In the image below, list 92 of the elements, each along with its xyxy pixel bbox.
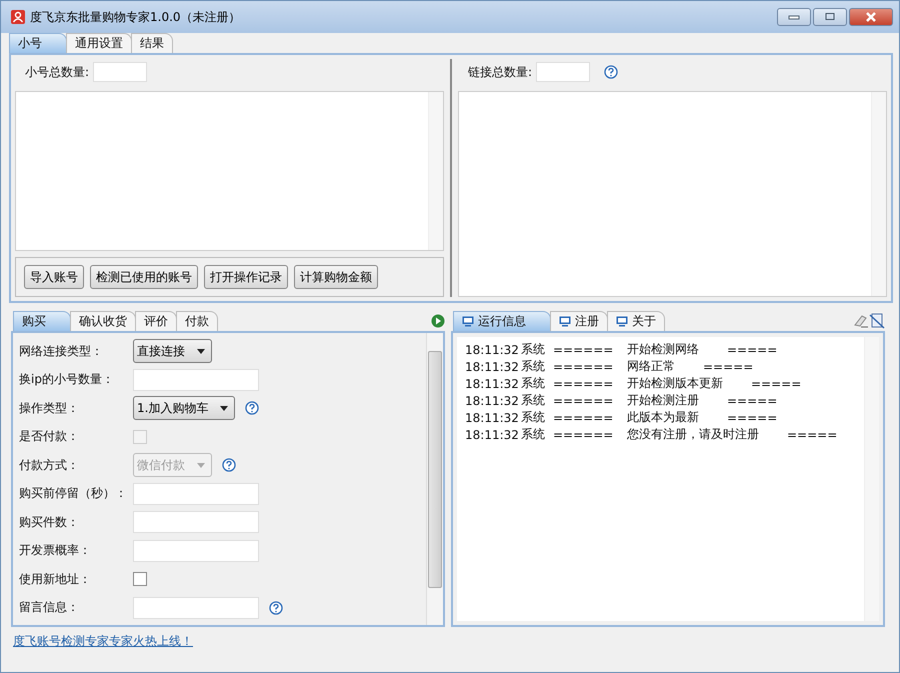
field-label: 操作类型： xyxy=(19,400,80,417)
log-source: 系统 xyxy=(521,341,546,358)
log-time: 18:11:32 xyxy=(465,428,520,442)
action-button[interactable]: 导入账号 xyxy=(24,265,84,289)
tab[interactable]: 评价 xyxy=(135,311,177,331)
tab[interactable]: 结果 xyxy=(131,33,173,53)
scrollbar[interactable] xyxy=(426,333,443,625)
log-message: 您没有注册，请及时注册 xyxy=(627,426,759,443)
tab[interactable]: 付款 xyxy=(176,311,218,331)
input-field[interactable] xyxy=(133,482,259,505)
input-field[interactable] xyxy=(133,368,259,391)
field-label: 购买前停留（秒）： xyxy=(19,485,128,502)
log-separator: ===== xyxy=(787,428,838,442)
caret-icon xyxy=(197,462,205,468)
log-time: 18:11:32 xyxy=(465,410,520,424)
log-separator: ===== xyxy=(727,410,778,424)
input-field[interactable] xyxy=(536,62,590,82)
help-icon[interactable] xyxy=(604,65,618,79)
input-field[interactable] xyxy=(133,596,259,619)
log-time: 18:11:32 xyxy=(465,394,520,408)
field-label: 链接总数量: xyxy=(468,64,532,80)
dropdown[interactable]: 直接连接 xyxy=(133,339,212,364)
tab[interactable]: 关于 xyxy=(607,311,665,331)
maximize-icon xyxy=(824,12,836,22)
log-separator: ====== xyxy=(553,342,614,356)
play-icon[interactable] xyxy=(431,314,445,328)
help-icon[interactable] xyxy=(245,401,260,416)
log-source: 系统 xyxy=(521,409,546,426)
promo-link[interactable]: 度飞账号检测专家专家火热上线！ xyxy=(13,632,193,650)
field-label: 购买件数： xyxy=(19,514,80,531)
close-icon xyxy=(865,12,877,22)
monitor-icon xyxy=(616,316,628,327)
help-icon[interactable] xyxy=(269,600,283,615)
document-icon[interactable] xyxy=(869,313,885,329)
input-field[interactable] xyxy=(93,62,148,82)
log-source: 系统 xyxy=(521,426,546,443)
log-separator: ====== xyxy=(553,410,614,424)
dropdown[interactable]: 1.加入购物车 xyxy=(133,396,236,420)
minimize-icon xyxy=(788,14,800,20)
field-label: 是否付款： xyxy=(19,428,80,446)
caret-icon xyxy=(220,406,228,411)
tab[interactable]: 运行信息 xyxy=(453,311,551,331)
log-source: 系统 xyxy=(521,392,546,409)
field-label: 小号总数量: xyxy=(25,64,90,80)
text-area[interactable] xyxy=(15,91,444,251)
log-message: 此版本为最新 xyxy=(627,409,699,426)
action-button[interactable]: 检测已使用的账号 xyxy=(90,265,198,289)
log-separator: ====== xyxy=(553,394,614,408)
log-time: 18:11:32 xyxy=(465,342,520,356)
tab[interactable]: 确认收货 xyxy=(70,311,136,331)
field-label: 网络连接类型： xyxy=(19,342,104,360)
window-title: 度飞京东批量购物专家1.0.0（未注册） xyxy=(30,8,241,26)
checkbox[interactable] xyxy=(133,572,147,586)
tab[interactable]: 注册 xyxy=(550,311,608,331)
scrollbar[interactable] xyxy=(871,92,886,296)
input-field[interactable] xyxy=(133,540,259,562)
field-label: 换ip的小号数量： xyxy=(19,371,115,388)
log-separator: ===== xyxy=(751,376,802,390)
log-source: 系统 xyxy=(521,375,546,392)
field-label: 开发票概率： xyxy=(19,542,92,560)
input-field[interactable] xyxy=(133,511,259,534)
monitor-icon xyxy=(462,316,474,327)
log-separator: ====== xyxy=(553,376,614,390)
action-button[interactable]: 打开操作记录 xyxy=(204,265,288,289)
eraser-icon[interactable] xyxy=(853,314,869,328)
close-button[interactable] xyxy=(849,8,893,26)
log-separator: ===== xyxy=(727,394,778,408)
log-source: 系统 xyxy=(521,358,546,375)
tab[interactable]: 小号 xyxy=(9,33,67,53)
field-label: 使用新地址： xyxy=(19,570,92,588)
text-area[interactable] xyxy=(458,91,887,297)
log-message: 开始检测注册 xyxy=(627,392,699,409)
log-separator: ====== xyxy=(553,360,614,374)
field-label: 付款方式： xyxy=(19,456,80,474)
scrollbar[interactable] xyxy=(428,92,443,250)
log-separator: ===== xyxy=(727,342,778,356)
tab[interactable]: 通用设置 xyxy=(66,33,132,53)
log-message: 开始检测网络 xyxy=(627,341,699,358)
person-icon xyxy=(11,10,25,24)
log-message: 网络正常 xyxy=(627,358,675,375)
field-label: 留言信息： xyxy=(19,599,80,616)
caret-icon xyxy=(197,348,205,354)
log-time: 18:11:32 xyxy=(465,360,520,374)
maximize-button[interactable] xyxy=(813,8,847,26)
minimize-button[interactable] xyxy=(777,8,811,26)
log-separator: ====== xyxy=(553,428,614,442)
log-time: 18:11:32 xyxy=(465,376,520,390)
monitor-icon xyxy=(559,316,571,327)
log-message: 开始检测版本更新 xyxy=(627,375,723,392)
log-separator: ===== xyxy=(703,360,754,374)
action-button[interactable]: 计算购物金额 xyxy=(294,265,378,289)
tab[interactable]: 购买 xyxy=(13,311,71,331)
